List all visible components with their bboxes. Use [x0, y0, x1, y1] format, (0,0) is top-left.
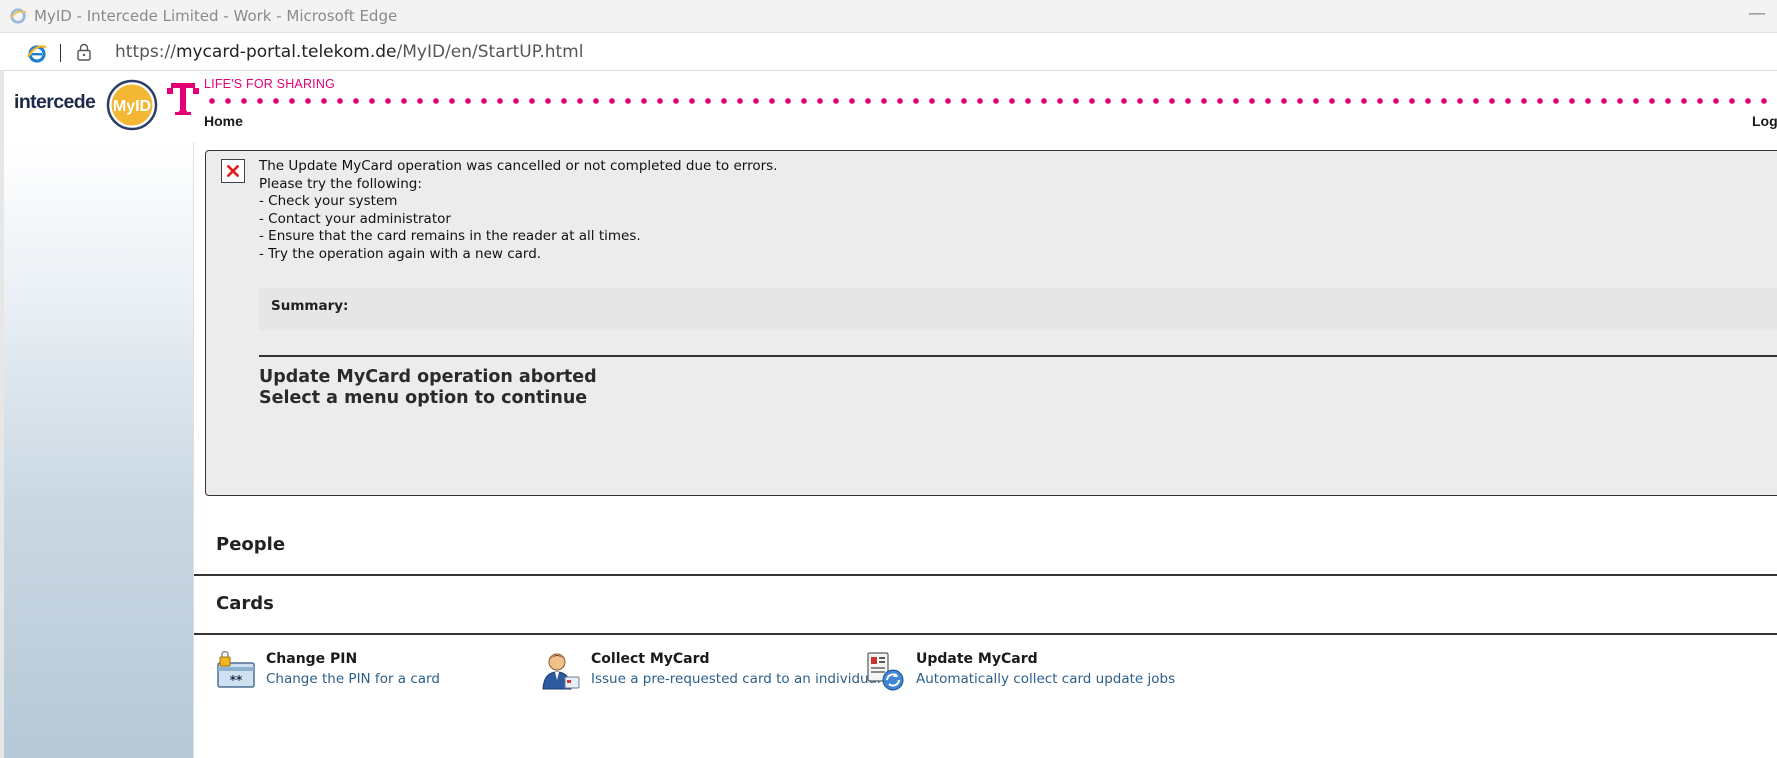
magenta-dot-divider — [204, 98, 1777, 104]
address-bar: https://mycard-portal.telekom.de/MyID/en… — [0, 33, 1777, 71]
error-message-panel: The Update MyCard operation was cancelle… — [205, 150, 1777, 496]
brand-slogan: LIFE'S FOR SHARING — [204, 77, 336, 91]
url-domain: mycard-portal.telekom.de — [175, 42, 397, 62]
task-update-mycard[interactable]: Update MyCard Automatically collect card… — [866, 649, 1176, 693]
change-pin-icon: ** — [217, 651, 255, 688]
task-change-pin[interactable]: ** Change PIN Change the PIN for a card — [216, 649, 516, 693]
error-message: The Update MyCard operation was cancelle… — [259, 158, 777, 263]
telekom-t-logo — [167, 83, 199, 115]
lock-icon[interactable] — [76, 43, 92, 61]
task-name[interactable]: Update MyCard — [916, 651, 1038, 667]
ie-mode-icon[interactable] — [27, 43, 47, 63]
update-card-icon — [867, 652, 904, 691]
task-collect-mycard[interactable]: Collect MyCard Issue a pre-requested car… — [541, 649, 881, 693]
section-title-cards[interactable]: Cards — [216, 593, 274, 614]
error-line: The Update MyCard operation was cancelle… — [259, 158, 778, 174]
result-message-continue: Select a menu option to continue — [259, 388, 588, 408]
task-description[interactable]: Change the PIN for a card — [266, 671, 440, 687]
error-line: - Contact your administrator — [259, 210, 451, 227]
intercede-myid-logo: intercede MyID — [14, 79, 158, 131]
address-separator — [60, 44, 61, 62]
summary-divider — [259, 355, 1777, 357]
url-field[interactable]: https://mycard-portal.telekom.de/MyID/en… — [115, 42, 583, 62]
window-title: MyID - Intercede Limited - Work - Micros… — [34, 7, 398, 25]
collect-card-icon — [542, 653, 580, 690]
nav-home-link[interactable]: Home — [204, 113, 243, 129]
result-message-aborted: Update MyCard operation aborted — [259, 367, 597, 387]
error-line: Please try the following: — [259, 175, 422, 192]
section-divider-cards — [194, 633, 1777, 635]
window-title-bar: MyID - Intercede Limited - Work - Micros… — [0, 0, 1777, 33]
task-description[interactable]: Issue a pre-requested card to an individ… — [591, 671, 881, 687]
nav-logout-link[interactable]: Logout — [1752, 113, 1777, 129]
summary-label: Summary: — [271, 298, 349, 314]
url-prefix: https:// — [115, 42, 176, 62]
summary-box: Summary: — [259, 288, 1777, 330]
url-path: /MyID/en/StartUP.html — [396, 42, 584, 62]
logo-text: intercede — [14, 91, 96, 113]
section-divider-people — [194, 574, 1777, 576]
logo-badge-text: MyID — [113, 98, 151, 115]
svg-text:**: ** — [230, 673, 243, 687]
section-title-people[interactable]: People — [216, 534, 285, 555]
task-name[interactable]: Collect MyCard — [591, 651, 710, 667]
error-x-icon — [221, 159, 245, 183]
minimize-button[interactable]: — — [1745, 2, 1769, 30]
left-sidebar — [4, 142, 194, 758]
error-line: - Ensure that the card remains in the re… — [259, 228, 641, 244]
error-line: - Check your system — [259, 193, 398, 209]
task-name[interactable]: Change PIN — [266, 651, 357, 667]
task-description[interactable]: Automatically collect card update jobs — [916, 671, 1175, 687]
edge-ie-app-icon — [10, 8, 27, 24]
error-line: - Try the operation again with a new car… — [259, 245, 542, 262]
